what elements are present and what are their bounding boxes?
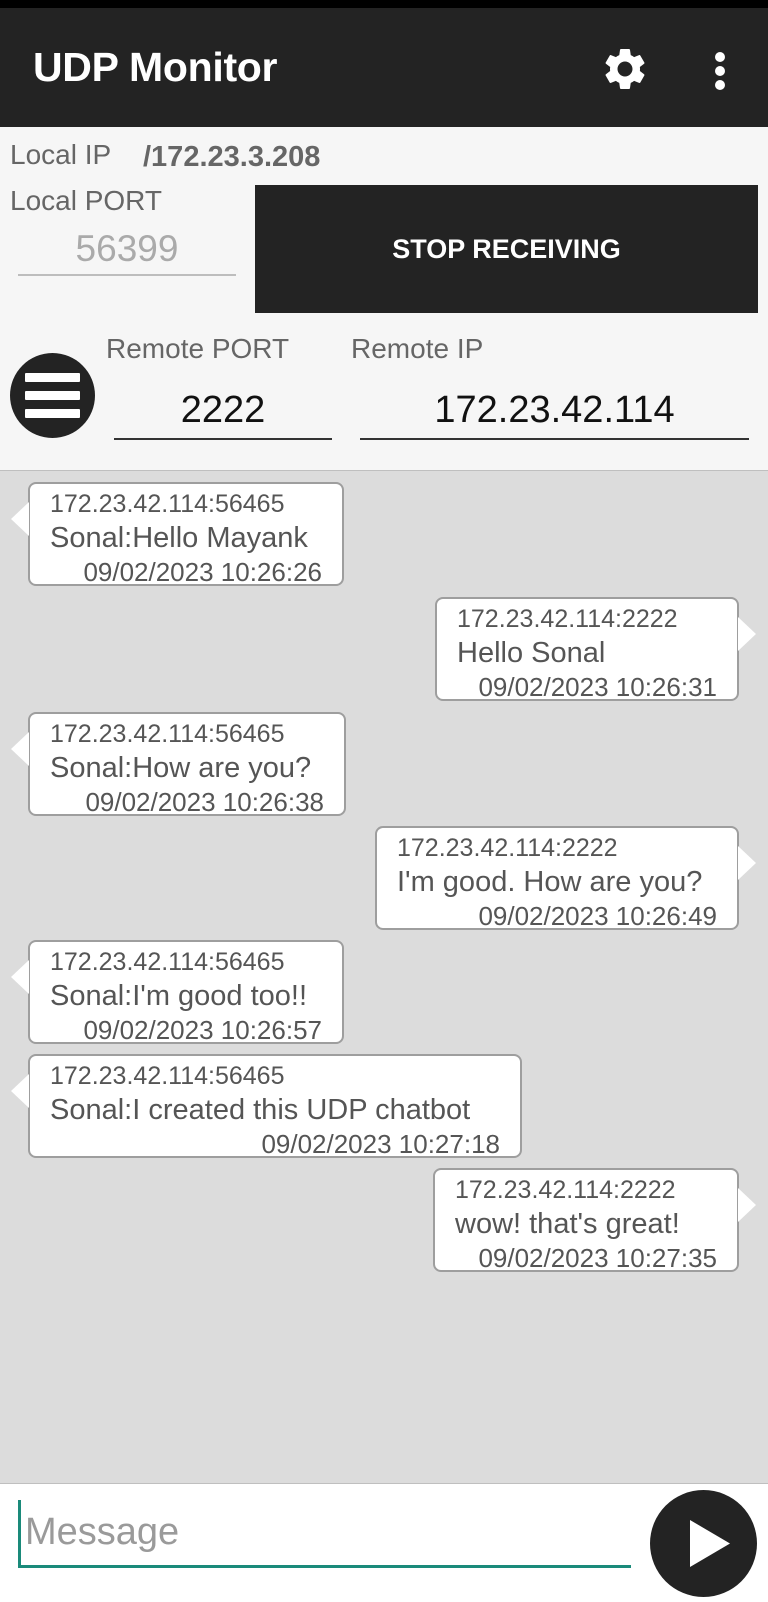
message-address: 172.23.42.114:56465: [50, 1062, 285, 1090]
bubble-tail: [11, 960, 29, 994]
remote-port-label: Remote PORT: [106, 333, 290, 364]
message-text: Hello Sonal: [457, 637, 606, 669]
message-bubble-outgoing: 172.23.42.114:2222 wow! that's great! 09…: [433, 1168, 756, 1273]
local-port-label: Local PORT: [10, 185, 162, 216]
app-title: UDP Monitor: [33, 44, 278, 90]
bubble-tail: [738, 617, 756, 651]
remote-ip-label: Remote IP: [351, 333, 484, 364]
message-time: 09/02/2023 10:26:49: [478, 901, 717, 931]
message-text: wow! that's great!: [455, 1208, 680, 1240]
message-bubble-incoming: 172.23.42.114:56465 Sonal:I created this…: [11, 1054, 522, 1159]
send-play-icon: [690, 1520, 730, 1567]
message-address: 172.23.42.114:56465: [50, 720, 285, 748]
message-bubble-outgoing: 172.23.42.114:2222 Hello Sonal 09/02/202…: [435, 597, 756, 702]
message-bubble-incoming: 172.23.42.114:56465 Sonal:I'm good too!!…: [11, 940, 344, 1045]
message-bubble-incoming: 172.23.42.114:56465 Sonal:Hello Mayank 0…: [11, 482, 344, 587]
message-address: 172.23.42.114:56465: [50, 948, 285, 976]
message-input[interactable]: [18, 1500, 631, 1568]
message-list[interactable]: 172.23.42.114:56465 Sonal:Hello Mayank 0…: [0, 470, 768, 1484]
message-address: 172.23.42.114:2222: [457, 605, 678, 633]
app-bar: UDP Monitor: [0, 8, 768, 127]
local-ip-label: Local IP: [10, 139, 112, 170]
message-text: I'm good. How are you?: [397, 866, 703, 898]
message-time: 09/02/2023 10:26:31: [478, 672, 717, 702]
message-address: 172.23.42.114:2222: [397, 834, 618, 862]
message-address: 172.23.42.114:56465: [50, 490, 285, 518]
message-text: Sonal:I'm good too!!: [50, 980, 308, 1012]
message-text: Sonal:I created this UDP chatbot: [50, 1094, 471, 1126]
bubble-tail: [738, 846, 756, 880]
more-vert-icon[interactable]: [705, 48, 735, 94]
message-bubble-incoming: 172.23.42.114:56465 Sonal:How are you? 0…: [11, 712, 346, 817]
remote-port-input[interactable]: [114, 382, 332, 440]
message-bubble-outgoing: 172.23.42.114:2222 I'm good. How are you…: [375, 826, 756, 931]
stop-receiving-button[interactable]: STOP RECEIVING: [255, 185, 758, 313]
bubble-tail: [11, 732, 29, 766]
message-text: Sonal:Hello Mayank: [50, 522, 308, 554]
message-time: 09/02/2023 10:26:26: [83, 557, 322, 587]
message-text: Sonal:How are you?: [50, 752, 312, 784]
local-port-input[interactable]: [18, 224, 236, 276]
message-time: 09/02/2023 10:26:57: [83, 1015, 322, 1045]
send-button[interactable]: [650, 1490, 757, 1597]
message-time: 09/02/2023 10:27:35: [478, 1243, 717, 1273]
message-time: 09/02/2023 10:26:38: [85, 787, 324, 817]
remote-ip-input[interactable]: [360, 382, 749, 440]
local-ip-value: /172.23.3.208: [143, 141, 321, 173]
connection-panel: Local IP /172.23.3.208 Local PORT STOP R…: [0, 127, 768, 470]
bubble-tail: [11, 502, 29, 536]
menu-button[interactable]: [10, 353, 95, 438]
message-time: 09/02/2023 10:27:18: [261, 1129, 500, 1159]
bubble-tail: [11, 1074, 29, 1108]
status-bar: [0, 0, 768, 8]
message-address: 172.23.42.114:2222: [455, 1176, 676, 1204]
gear-icon[interactable]: [600, 44, 650, 94]
bubble-tail: [738, 1188, 756, 1222]
